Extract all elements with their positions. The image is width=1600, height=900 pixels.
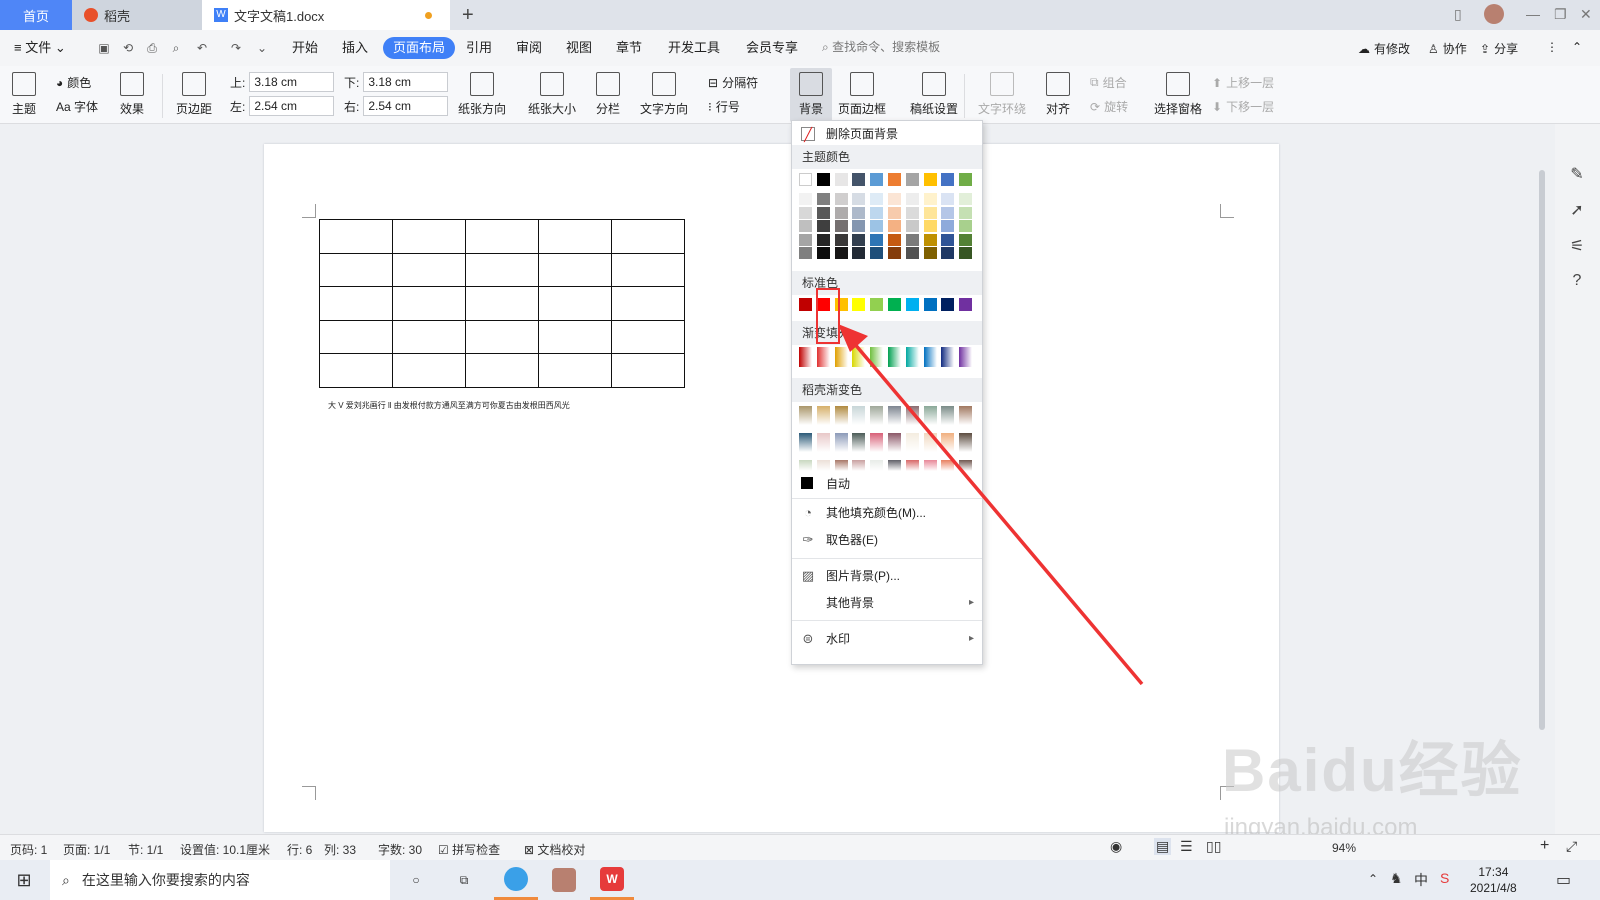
doc-proof-label: 文档校对 <box>537 843 586 857</box>
windows-start-icon[interactable]: ⊞ <box>2 860 46 900</box>
doc-proof-button[interactable]: ⊠ 文档校对 <box>524 841 585 858</box>
page-view-icon[interactable]: ▤ <box>1154 838 1172 855</box>
reading-view-icon[interactable]: ▯▯ <box>1206 838 1221 855</box>
status-col: 列: 33 <box>324 843 357 857</box>
taskbar-search-label: 在这里输入你要搜索的内容 <box>81 872 250 888</box>
spell-check-label: 拼写检查 <box>452 843 501 857</box>
arrow-shaft <box>846 334 1144 686</box>
zoom-in-icon[interactable]: + <box>1540 837 1549 855</box>
status-bar: 页码: 1 页面: 1/1 节: 1/1 设置值: 10.1厘米 行: 6 列:… <box>0 834 1600 860</box>
ime-icon[interactable]: 中 <box>1414 870 1428 890</box>
taskbar-search[interactable]: ⌕ 在这里输入你要搜索的内容 <box>50 860 390 900</box>
fullscreen-icon[interactable]: ⤢ <box>1566 838 1577 855</box>
notification-icon[interactable]: ▭ <box>1556 870 1571 890</box>
photo-app-icon[interactable] <box>542 860 586 900</box>
task-view-icon[interactable]: ⧉ <box>442 860 486 900</box>
status-word-count[interactable]: 字数: 30 <box>378 841 422 858</box>
tray-chevron-icon[interactable]: ⌃ <box>1368 872 1378 886</box>
zoom-level[interactable]: 94% <box>1332 841 1356 855</box>
checkbox-icon: ☑ <box>438 843 449 857</box>
search-icon: ⌕ <box>62 871 70 888</box>
eye-protect-icon[interactable]: ◉ <box>1110 838 1122 855</box>
clock-date: 2021/4/8 <box>1470 881 1517 895</box>
wps-app-icon[interactable]: W <box>590 860 634 900</box>
status-setting: 设置值: 10.1厘米 <box>180 843 271 857</box>
spell-check-button[interactable]: ☑ 拼写检查 <box>438 841 500 858</box>
cortana-icon[interactable]: ○ <box>394 860 438 900</box>
status-page-code: 页码: 1 <box>10 843 48 857</box>
outline-view-icon[interactable]: ☰ <box>1180 838 1193 855</box>
clock-time: 17:34 <box>1478 865 1509 879</box>
proof-icon: ⊠ <box>524 843 535 857</box>
status-row: 行: 6 <box>287 843 313 857</box>
windows-taskbar: ⊞ ⌕ 在这里输入你要搜索的内容 ○ ⧉ W ⌃ ♞ 中 S 17:34 202… <box>0 860 1600 900</box>
sogou-icon[interactable]: S <box>1440 870 1449 886</box>
status-section: 节: 1/1 <box>128 843 164 857</box>
arrow-head <box>838 324 868 352</box>
qq-icon[interactable]: ♞ <box>1390 870 1403 887</box>
status-page[interactable]: 页面: 1/1 <box>63 841 110 858</box>
annotation-arrow <box>838 324 1144 686</box>
system-clock[interactable]: 17:34 2021/4/8 <box>1470 864 1517 896</box>
browser-app-icon[interactable] <box>494 860 538 900</box>
